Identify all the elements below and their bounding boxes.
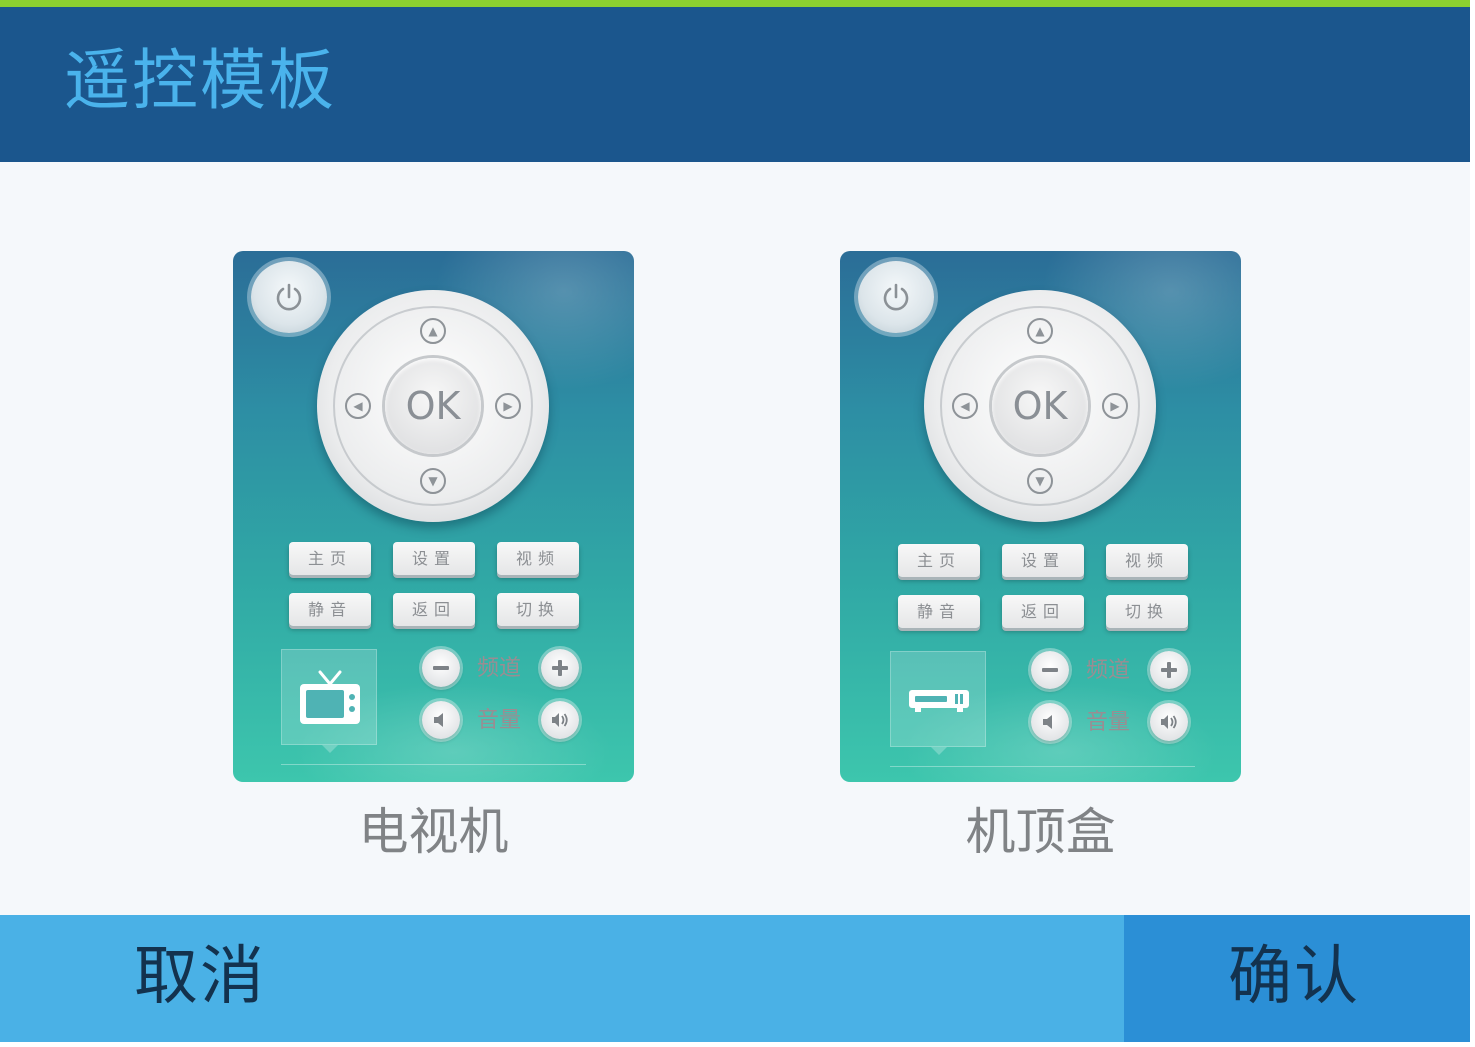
- channel-up-button[interactable]: [1150, 651, 1188, 689]
- channel-down-button[interactable]: [1031, 651, 1069, 689]
- plus-icon: [1161, 662, 1177, 678]
- device-tile: [281, 649, 377, 753]
- left-arrow-icon[interactable]: ◀: [345, 393, 371, 419]
- volume-up-button[interactable]: [541, 701, 579, 739]
- cancel-button[interactable]: 取消: [0, 915, 1124, 1042]
- tv-icon: [300, 670, 360, 724]
- volume-up-button[interactable]: [1150, 703, 1188, 741]
- speaker-low-icon: [434, 713, 443, 727]
- dialog-header: 遥控模板: [0, 7, 1470, 162]
- switch-button[interactable]: 切换: [497, 593, 579, 626]
- speaker-high-icon: [552, 713, 568, 727]
- settings-button[interactable]: 设置: [1002, 544, 1084, 577]
- home-button[interactable]: 主页: [898, 544, 980, 577]
- direction-pad: ▲ ▼ ◀ ▶ OK: [924, 290, 1156, 522]
- down-arrow-icon[interactable]: ▼: [1027, 468, 1053, 494]
- minus-icon: [1042, 668, 1058, 672]
- volume-label: 音量: [476, 708, 521, 733]
- ok-button[interactable]: OK: [992, 358, 1088, 454]
- remote-card-set-top-box[interactable]: ▲ ▼ ◀ ▶ OK 主页 设置 视频 静音 返回 切换 频道 音量: [840, 251, 1241, 782]
- power-icon: [883, 283, 909, 311]
- home-button[interactable]: 主页: [289, 542, 371, 575]
- top-accent-bar: [0, 0, 1470, 7]
- remote-card-tv[interactable]: ▲ ▼ ◀ ▶ OK 主页 设置 视频 静音 返回 切换 频道 音量: [233, 251, 634, 782]
- up-arrow-icon[interactable]: ▲: [1027, 318, 1053, 344]
- up-arrow-icon[interactable]: ▲: [420, 318, 446, 344]
- video-button[interactable]: 视频: [497, 542, 579, 575]
- mute-button[interactable]: 静音: [898, 595, 980, 628]
- power-button[interactable]: [858, 261, 934, 333]
- remote-caption-tv: 电视机: [358, 803, 509, 861]
- confirm-button[interactable]: 确认: [1124, 915, 1470, 1042]
- remote-template-dialog: 遥控模板 ▲ ▼ ◀ ▶ OK 主页 设置 视频 静音 返回 切换 频道 音量 …: [0, 0, 1470, 1042]
- right-arrow-icon[interactable]: ▶: [1102, 393, 1128, 419]
- left-arrow-icon[interactable]: ◀: [952, 393, 978, 419]
- channel-label: 频道: [1085, 658, 1130, 683]
- direction-pad: ▲ ▼ ◀ ▶ OK: [317, 290, 549, 522]
- confirm-label: 确认: [1228, 940, 1360, 1014]
- switch-button[interactable]: 切换: [1106, 595, 1188, 628]
- volume-down-button[interactable]: [1031, 703, 1069, 741]
- power-button[interactable]: [251, 261, 327, 333]
- mute-button[interactable]: 静音: [289, 593, 371, 626]
- down-arrow-icon[interactable]: ▼: [420, 468, 446, 494]
- ok-button[interactable]: OK: [385, 358, 481, 454]
- speaker-high-icon: [1161, 715, 1177, 729]
- settings-button[interactable]: 设置: [393, 542, 475, 575]
- back-button[interactable]: 返回: [1002, 595, 1084, 628]
- remote-caption-set-top-box: 机顶盒: [965, 803, 1116, 861]
- volume-label: 音量: [1085, 710, 1130, 735]
- power-icon: [276, 283, 302, 311]
- page-title: 遥控模板: [64, 42, 336, 119]
- set-top-box-icon: [909, 690, 969, 712]
- volume-down-button[interactable]: [422, 701, 460, 739]
- cancel-label: 取消: [134, 940, 266, 1014]
- device-tile: [890, 651, 986, 755]
- speaker-low-icon: [1043, 715, 1052, 729]
- channel-down-button[interactable]: [422, 649, 460, 687]
- minus-icon: [433, 666, 449, 670]
- plus-icon: [552, 660, 568, 676]
- right-arrow-icon[interactable]: ▶: [495, 393, 521, 419]
- channel-label: 频道: [476, 656, 521, 681]
- video-button[interactable]: 视频: [1106, 544, 1188, 577]
- back-button[interactable]: 返回: [393, 593, 475, 626]
- channel-up-button[interactable]: [541, 649, 579, 687]
